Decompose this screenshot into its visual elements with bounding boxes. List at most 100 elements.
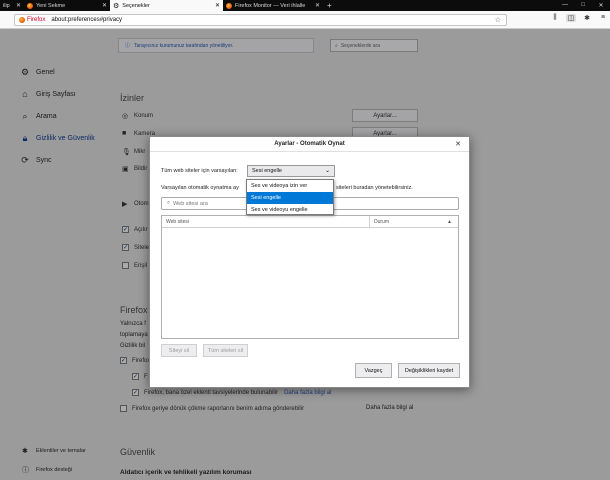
checkbox-label: F [144, 373, 148, 380]
sidebar-item-sync[interactable]: ⟳ Sync [20, 155, 52, 166]
crash-reports-checkbox-row[interactable]: Firefox geriye dönük çökme raporlarını b… [120, 405, 304, 412]
recommendations-checkbox-row[interactable]: ✓ Firefox, bana özel eklenti tavsiyeleri… [132, 389, 331, 396]
sidebar-item-privacy[interactable]: 🔒︎ Gizlilik ve Güvenlik [20, 133, 95, 144]
permission-label: Otom [134, 201, 149, 207]
option-block-audio[interactable]: Sesi engelle [247, 192, 333, 204]
dialog-title: Ayarlar - Otomatik Oynat [150, 137, 469, 152]
popup-block-checkbox-row[interactable]: ✓ Açılır [122, 226, 148, 233]
tab-strip: ilip ✕ Yeni Sekme ✕ ⚙ Seçenekler ✕ Firef… [0, 0, 610, 11]
checkbox-checked[interactable]: ✓ [120, 357, 127, 364]
tab-label: Yeni Sekme [36, 2, 66, 9]
minimize-icon[interactable]: — [556, 2, 574, 9]
tab-label: Firefox Monitor — Veri ihlalle [235, 2, 306, 9]
search-placeholder: Web sitesi ara [173, 200, 208, 207]
permission-row-autoplay: ▶ Otom [122, 200, 149, 208]
sidebar-item-label: Sync [36, 157, 52, 164]
privacy-notice-link[interactable]: Gizlilik bil [120, 343, 145, 349]
default-setting-label: Tüm web siteler için varsayılan: [161, 168, 238, 174]
tab-label: Seçenekler [122, 2, 150, 9]
firefox-data-heading: Firefox [120, 305, 148, 315]
save-changes-button[interactable]: Değişiklikleri kaydet [398, 363, 460, 378]
learn-more-link[interactable]: Daha fazla bilgi al [284, 390, 331, 396]
location-icon: ◎ [122, 113, 129, 120]
url-bar[interactable]: Firefox about:preferences#privacy ☆ [14, 14, 507, 26]
toolbar-icons: ⫼ ◫ ✱ ≡ [550, 14, 608, 22]
checkbox-label: Firefox [132, 357, 151, 364]
telemetry-checkbox-row[interactable]: ✓ Firefox [120, 357, 150, 364]
accessibility-checkbox-row[interactable]: Erişil [122, 262, 147, 269]
tab-3[interactable]: Firefox Monitor — Veri ihlalle ✕ [223, 0, 323, 11]
sidebar-item-label: Genel [36, 69, 55, 76]
menu-icon[interactable]: ≡ [598, 14, 608, 22]
chevron-down-icon: ⌄ [324, 168, 330, 174]
close-icon[interactable]: ✕ [311, 2, 320, 9]
firefox-data-text: toplamaya [120, 332, 148, 338]
learn-more-link[interactable]: Daha fazla bilgi al [366, 405, 413, 411]
sidebar-item-search[interactable]: ⌕ Arama [20, 111, 57, 122]
remove-all-button[interactable]: Tüm siteleri sil [203, 344, 248, 357]
permissions-heading: İzinler [120, 93, 145, 103]
search-placeholder: Seçeneklerde ara [340, 42, 381, 49]
sync-icon: ⟳ [21, 155, 29, 165]
firefox-data-text: Yalnızca f [120, 321, 146, 327]
info-icon: ⓘ [125, 43, 131, 49]
location-settings-button[interactable]: Ayarlar... [352, 109, 418, 122]
checkbox-checked[interactable]: ✓ [122, 244, 129, 251]
new-tab-button[interactable]: + [327, 1, 332, 10]
column-website[interactable]: Web sitesi [162, 216, 370, 227]
preferences-search-input[interactable]: ⌕ Seçeneklerde ara [330, 39, 418, 52]
checkbox-label: Firefox, bana özel eklenti tavsiyelerind… [144, 389, 279, 396]
sidebar-item-home[interactable]: ⌂ Giriş Sayfası [20, 89, 75, 99]
permission-row-location: ◎ Konum [122, 112, 153, 120]
option-block-audio-video[interactable]: Ses ve videoyu engelle [247, 204, 333, 216]
maximize-icon[interactable]: □ [574, 2, 592, 9]
sidebar-item-general[interactable]: ⚙ Genel [20, 67, 55, 78]
gear-icon: ⚙ [20, 67, 30, 77]
tab-1[interactable]: Yeni Sekme ✕ [24, 0, 110, 11]
checkbox-unchecked[interactable] [122, 262, 129, 269]
close-icon[interactable]: ✕ [12, 2, 21, 9]
library-icon[interactable]: ⫼ [550, 14, 560, 22]
checkbox-unchecked[interactable] [120, 405, 127, 412]
sidebar-item-label: Arama [36, 113, 57, 120]
tab-0[interactable]: ilip ✕ [0, 0, 24, 11]
checkbox-checked[interactable]: ✓ [132, 373, 139, 380]
option-allow-audio-video[interactable]: Ses ve videoya izin ver [247, 180, 333, 192]
close-icon[interactable]: ✕ [211, 2, 220, 9]
site-warn-checkbox-row[interactable]: ✓ Siteler [122, 244, 151, 251]
checkbox-checked[interactable]: ✓ [132, 389, 139, 396]
close-icon[interactable]: ✕ [98, 2, 107, 9]
bell-icon: ▣ [122, 166, 129, 173]
autoplay-icon: ▶ [122, 201, 128, 208]
select-value: Sesi engelle [252, 168, 282, 174]
sidebar-item-addons[interactable]: ✱ Eklentiler ve temalar [22, 447, 86, 455]
permission-row-notifications: ▣ Bildir [122, 165, 147, 173]
permission-label: Konum [134, 113, 154, 119]
url-text[interactable]: about:preferences#privacy [51, 17, 122, 23]
remove-site-button[interactable]: Siteyi sil [161, 344, 197, 357]
gear-icon: ⚙ [113, 2, 120, 10]
search-icon: ⌕ [167, 200, 171, 206]
managed-notice[interactable]: ⓘ Tarayıcınız kurumunuz tarafından yönet… [118, 38, 314, 53]
nav-bar: Firefox about:preferences#privacy ☆ ⫼ ◫ … [0, 11, 610, 29]
default-autoplay-select[interactable]: Sesi engelle ⌄ [247, 165, 335, 177]
table-header: Web sitesi Durum ▲ [162, 216, 458, 228]
sidebar-item-label: Firefox desteği [36, 467, 73, 473]
tab-2[interactable]: ⚙ Seçenekler ✕ [110, 0, 223, 11]
checkbox-label: Firefox geriye dönük çökme raporlarını b… [132, 405, 305, 412]
firefox-icon [19, 17, 25, 23]
studies-checkbox-row[interactable]: ✓ F [132, 373, 148, 380]
column-status[interactable]: Durum ▲ [370, 219, 458, 225]
sidebar-item-support[interactable]: ⓘ Firefox desteği [22, 465, 72, 475]
managed-link[interactable]: Tarayıcınız kurumunuz tarafından yönetil… [134, 43, 233, 49]
cancel-button[interactable]: Vazgeç [355, 363, 392, 378]
bookmark-star-icon[interactable]: ☆ [495, 16, 501, 24]
extension-icon[interactable]: ✱ [582, 14, 592, 22]
checkbox-checked[interactable]: ✓ [122, 226, 129, 233]
sidebar-icon[interactable]: ◫ [566, 14, 576, 22]
column-status-label: Durum [374, 218, 390, 225]
window-controls: — □ ✕ [556, 2, 610, 9]
close-icon[interactable]: ✕ [455, 140, 461, 148]
sidebar: ⚙ Genel ⌂ Giriş Sayfası ⌕ Arama 🔒︎ Gizli… [0, 30, 110, 480]
close-window-icon[interactable]: ✕ [592, 2, 610, 9]
